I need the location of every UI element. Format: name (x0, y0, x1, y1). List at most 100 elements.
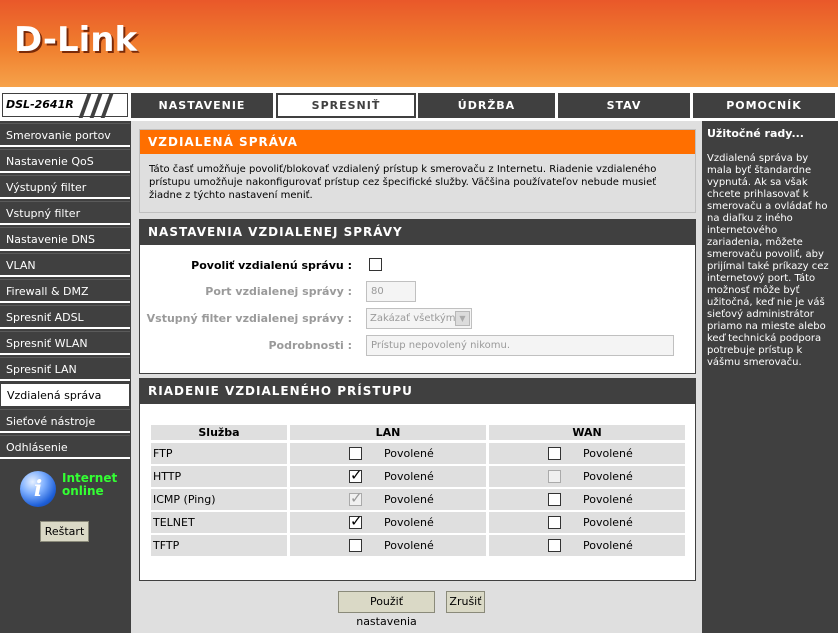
settings-title: NASTAVENIA VZDIALENEJ SPRÁVY (140, 220, 695, 245)
port-label: Port vzdialenej správy : (205, 285, 352, 298)
intro-title: VZDIALENÁ SPRÁVA (140, 130, 695, 154)
allowed-label: Povolené (384, 470, 434, 483)
lan-checkbox: ✓ (349, 489, 363, 507)
sidebar-item-spresnit-adsl[interactable]: Spresniť ADSL (0, 305, 130, 329)
lan-checkbox[interactable] (349, 539, 362, 552)
remote-management-settings: NASTAVENIA VZDIALENEJ SPRÁVY Povoliť vzd… (139, 219, 696, 374)
sidebar-item-vystupny-filter[interactable]: Výstupný filter (0, 175, 130, 199)
wan-checkbox[interactable] (548, 516, 561, 529)
allowed-label: Povolené (384, 447, 434, 460)
column-header-service: Služba (151, 425, 287, 440)
sidebar-item-firewall-dmz[interactable]: Firewall & DMZ (0, 279, 130, 303)
model-label: DSL-2641R (6, 98, 74, 111)
wan-cell: Povolené (489, 512, 685, 533)
wan-checkbox[interactable] (548, 493, 561, 506)
table-row: HTTP ✓ Povolené Povolené (151, 466, 686, 487)
intro-description: Táto časť umožňuje povoliť/blokovať vzdi… (149, 164, 657, 201)
main-content: VZDIALENÁ SPRÁVA Táto časť umožňuje povo… (131, 121, 702, 633)
details-field: Prístup nepovolený nikomu. (366, 335, 674, 356)
allowed-label: Povolené (583, 539, 633, 552)
wan-cell: Povolené (489, 443, 685, 464)
service-name: ICMP (Ping) (151, 489, 287, 510)
status-line-2: online (62, 484, 104, 498)
lan-cell: ✓ Povolené (290, 512, 486, 533)
info-icon: i (20, 471, 56, 507)
filter-label: Vstupný filter vzdialenej správy : (146, 312, 352, 325)
action-buttons: Použiť nastavenia Zrušiť (131, 591, 702, 628)
sidebar-item-spresnit-wlan[interactable]: Spresniť WLAN (0, 331, 130, 355)
details-label: Podrobnosti : (268, 339, 352, 352)
model-badge: DSL-2641R (2, 93, 128, 118)
table-row: ICMP (Ping) ✓ Povolené Povolené (151, 489, 686, 510)
column-header-lan: LAN (290, 425, 486, 440)
intro-panel: VZDIALENÁ SPRÁVA Táto časť umožňuje povo… (139, 129, 696, 213)
allowed-label: Povolené (384, 539, 434, 552)
lan-checkbox[interactable]: ✓ (349, 466, 363, 484)
checkmark-icon: ✓ (350, 466, 363, 484)
checkmark-icon: ✓ (350, 512, 363, 530)
allowed-label: Povolené (583, 447, 633, 460)
lan-checkbox[interactable]: ✓ (349, 512, 363, 530)
tab-nastavenie[interactable]: NASTAVENIE (131, 93, 273, 118)
allowed-label: Povolené (583, 470, 633, 483)
slash-decoration (89, 94, 103, 118)
help-text: Vzdialená správa by mala byť štandardne … (707, 153, 829, 368)
service-name: TELNET (151, 512, 287, 533)
wan-checkbox[interactable] (548, 447, 561, 460)
filter-select-value: Zakázať všetkým (370, 313, 456, 324)
sidebar-item-nastavenie-qos[interactable]: Nastavenie QoS (0, 149, 130, 173)
lan-checkbox[interactable] (349, 447, 362, 460)
sidebar: Smerovanie portov Nastavenie QoS Výstupn… (0, 121, 131, 633)
service-name: FTP (151, 443, 287, 464)
filter-select[interactable]: Zakázať všetkým ▼ (366, 308, 472, 329)
dlink-logo: D-Link (14, 20, 138, 60)
access-title: RIADENIE VZDIALENÉHO PRÍSTUPU (140, 379, 695, 404)
wan-checkbox[interactable] (548, 539, 561, 552)
tab-udrzba[interactable]: ÚDRŽBA (418, 93, 555, 118)
column-header-wan: WAN (489, 425, 685, 440)
sidebar-item-vstupny-filter[interactable]: Vstupný filter (0, 201, 130, 225)
service-name: HTTP (151, 466, 287, 487)
sidebar-item-nastavenie-dns[interactable]: Nastavenie DNS (0, 227, 130, 251)
wan-cell: Povolené (489, 535, 685, 556)
slash-decoration (78, 94, 92, 118)
allowed-label: Povolené (384, 516, 434, 529)
internet-status: Internet online (62, 472, 117, 498)
enable-remote-checkbox[interactable] (369, 258, 382, 271)
table-row: TELNET ✓ Povolené Povolené (151, 512, 686, 533)
sidebar-item-vlan[interactable]: VLAN (0, 253, 130, 277)
lan-cell: ✓ Povolené (290, 466, 486, 487)
top-navigation: DSL-2641R NASTAVENIE SPRESNIŤ ÚDRŽBA STA… (0, 87, 838, 121)
sidebar-item-sietove-nastroje[interactable]: Sieťové nástroje (0, 409, 130, 433)
tab-pomocnik[interactable]: POMOCNÍK (693, 93, 835, 118)
chevron-down-icon: ▼ (455, 311, 470, 326)
wan-cell: Povolené (489, 466, 685, 487)
help-panel: Užitočné rady... Vzdialená správa by mal… (702, 121, 838, 633)
wan-checkbox (548, 470, 561, 483)
allowed-label: Povolené (583, 516, 633, 529)
tab-stav[interactable]: STAV (558, 93, 690, 118)
table-row: TFTP Povolené Povolené (151, 535, 686, 556)
header-banner: D-Link (0, 0, 838, 87)
sidebar-item-smerovanie-portov[interactable]: Smerovanie portov (0, 123, 130, 147)
checkmark-icon: ✓ (350, 489, 363, 507)
sidebar-item-vzdialena-sprava[interactable]: Vzdialená správa (0, 383, 130, 407)
remote-access-control: RIADENIE VZDIALENÉHO PRÍSTUPU Služba LAN… (139, 378, 696, 581)
table-row: FTP Povolené Povolené (151, 443, 686, 464)
apply-settings-button[interactable]: Použiť nastavenia (338, 591, 435, 628)
sidebar-item-odhlasenie[interactable]: Odhlásenie (0, 435, 130, 459)
allowed-label: Povolené (583, 493, 633, 506)
lan-cell: Povolené (290, 443, 486, 464)
allowed-label: Povolené (384, 493, 434, 506)
reboot-button[interactable]: Reštart (40, 521, 89, 542)
cancel-button[interactable]: Zrušiť (446, 591, 485, 613)
help-title: Užitočné rady... (707, 127, 804, 140)
port-input[interactable]: 80 (366, 281, 416, 302)
slash-decoration (100, 94, 114, 118)
lan-cell: ✓ Povolené (290, 489, 486, 510)
wan-cell: Povolené (489, 489, 685, 510)
tab-spresnit[interactable]: SPRESNIŤ (276, 93, 416, 118)
sidebar-item-spresnit-lan[interactable]: Spresniť LAN (0, 357, 130, 381)
lan-cell: Povolené (290, 535, 486, 556)
enable-label: Povoliť vzdialenú správu : (191, 259, 352, 272)
